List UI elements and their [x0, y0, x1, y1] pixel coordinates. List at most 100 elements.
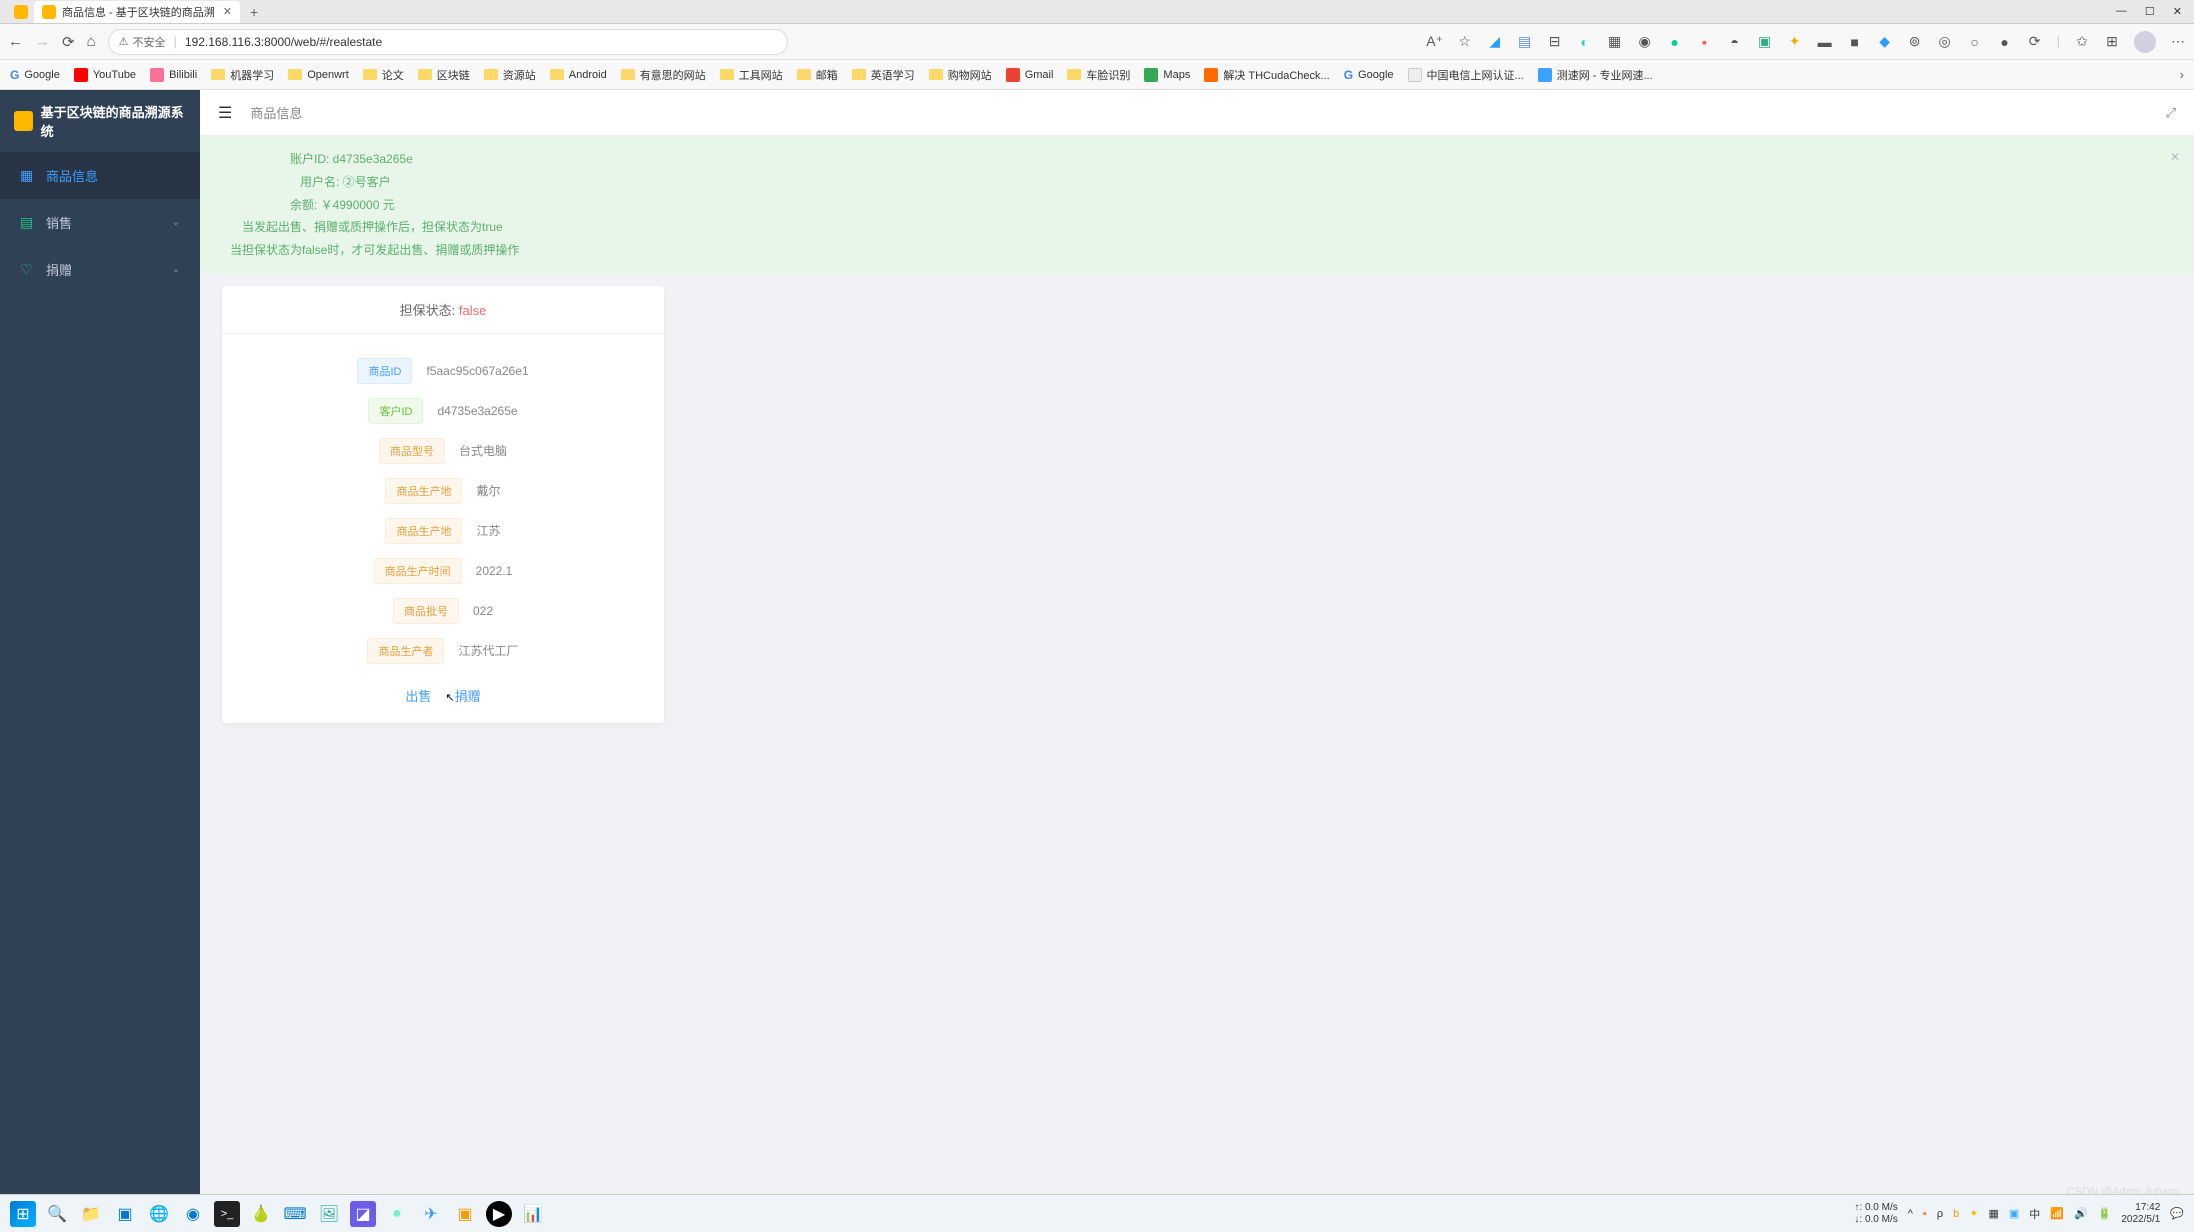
task-icon-6[interactable]: ✈ — [418, 1201, 444, 1227]
task-icon-5[interactable]: ● — [384, 1201, 410, 1227]
bookmark-folder[interactable]: 机器学习 — [211, 67, 274, 83]
bookmark-item[interactable]: 中国电信上网认证... — [1408, 67, 1524, 83]
collections-icon[interactable]: ⊞ — [2104, 34, 2120, 50]
vscode-icon[interactable]: ⌨ — [282, 1201, 308, 1227]
search-button[interactable]: 🔍 — [44, 1201, 70, 1227]
task-icon-9[interactable]: 📊 — [520, 1201, 546, 1227]
sidebar-item-product-info[interactable]: ▦ 商品信息 — [0, 152, 200, 199]
ext-icon-16[interactable]: ◎ — [1937, 34, 1953, 50]
sell-button[interactable]: 出售 — [405, 686, 431, 705]
task-icon-7[interactable]: ▣ — [452, 1201, 478, 1227]
donate-button[interactable]: ↖捐赠 — [445, 686, 480, 705]
bookmark-folder[interactable]: 工具网站 — [720, 67, 783, 83]
home-button[interactable]: ⌂ — [87, 33, 96, 50]
bookmark-folder[interactable]: 车脸识别 — [1067, 67, 1130, 83]
ext-icon-18[interactable]: ● — [1997, 34, 2013, 50]
minimize-button[interactable]: — — [2116, 5, 2127, 18]
bookmark-folder[interactable]: 购物网站 — [929, 67, 992, 83]
close-tab-icon[interactable]: ✕ — [223, 5, 232, 18]
ext-icon-10[interactable]: ▣ — [1757, 34, 1773, 50]
address-bar[interactable]: ⚠ 不安全 | 192.168.116.3:8000/web/#/realest… — [108, 29, 788, 55]
bookmark-item[interactable]: Maps — [1144, 68, 1190, 82]
bookmark-folder[interactable]: Android — [550, 69, 607, 81]
favorites-icon[interactable]: ✩ — [2074, 34, 2090, 50]
bookmark-item[interactable]: 解决 THCudaCheck... — [1204, 67, 1329, 83]
ext-icon-17[interactable]: ○ — [1967, 34, 1983, 50]
bookmark-folder[interactable]: 英语学习 — [852, 67, 915, 83]
tray-icon-3[interactable]: b — [1953, 1208, 1959, 1220]
battery-icon[interactable]: 🔋 — [2098, 1207, 2112, 1220]
app-logo: 基于区块链的商品溯源系统 — [0, 90, 200, 152]
bookmark-item[interactable]: Bilibili — [150, 68, 197, 82]
ext-icon-13[interactable]: ■ — [1847, 34, 1863, 50]
bookmark-item[interactable]: Gmail — [1006, 68, 1054, 82]
task-icon-3[interactable]: 🖼 — [316, 1201, 342, 1227]
task-icon-1[interactable]: ▣ — [112, 1201, 138, 1227]
insecure-label: 不安全 — [133, 34, 166, 50]
task-icon-4[interactable]: ◪ — [350, 1201, 376, 1227]
ext-icon-11[interactable]: ✦ — [1787, 34, 1803, 50]
ext-icon-5[interactable]: ▦ — [1607, 34, 1623, 50]
bookmark-item[interactable]: GGoogle — [10, 68, 60, 82]
tray-icon-2[interactable]: ρ — [1937, 1208, 1943, 1220]
tray-chevron-icon[interactable]: ^ — [1908, 1208, 1913, 1220]
sidebar-item-sales[interactable]: ▤ 销售 ⌄ — [0, 199, 200, 246]
terminal-icon[interactable]: >_ — [214, 1201, 240, 1227]
browser-tab[interactable]: 商品信息 - 基于区块链的商品溯 ✕ — [34, 1, 240, 23]
folder-icon — [720, 69, 734, 80]
tray-icon-6[interactable]: ▣ — [2009, 1207, 2019, 1220]
ext-icon-14[interactable]: ◆ — [1877, 34, 1893, 50]
tray-icon-1[interactable]: ▪ — [1923, 1208, 1927, 1220]
wifi-icon[interactable]: 📶 — [2050, 1207, 2064, 1220]
toggle-sidebar-button[interactable]: ☰ — [218, 103, 232, 123]
ext-icon-7[interactable]: ● — [1667, 34, 1683, 50]
start-button[interactable]: ⊞ — [10, 1201, 36, 1227]
clock[interactable]: 17:42 2022/5/1 — [2121, 1202, 2160, 1226]
explorer-icon[interactable]: 📁 — [78, 1201, 104, 1227]
tray-icon-5[interactable]: ▦ — [1988, 1207, 1998, 1220]
add-tab-button[interactable]: + — [250, 4, 258, 20]
forward-button[interactable]: → — [35, 33, 50, 50]
bookmark-folder[interactable]: 资源站 — [484, 67, 536, 83]
bookmark-folder[interactable]: 区块链 — [418, 67, 470, 83]
bookmark-folder[interactable]: Openwrt — [288, 69, 349, 81]
edge-icon[interactable]: ◉ — [180, 1201, 206, 1227]
ext-icon-12[interactable]: ▬ — [1817, 34, 1833, 50]
fullscreen-icon[interactable]: ⤢ — [2166, 105, 2176, 121]
bookmark-item[interactable]: 测速网 - 专业网速... — [1538, 67, 1653, 83]
sidebar-item-donate[interactable]: ♡ 捐赠 ⌄ — [0, 246, 200, 293]
bookmark-folder[interactable]: 邮箱 — [797, 67, 838, 83]
chrome-icon[interactable]: 🌐 — [146, 1201, 172, 1227]
refresh-button[interactable]: ⟳ — [62, 33, 75, 51]
volume-icon[interactable]: 🔊 — [2074, 1207, 2088, 1220]
maximize-button[interactable]: ☐ — [2145, 5, 2155, 18]
ext-icon-3[interactable]: ⊟ — [1547, 34, 1563, 50]
alert-close-button[interactable]: ✕ — [2170, 146, 2180, 169]
notification-icon[interactable]: 💬 — [2170, 1207, 2184, 1220]
ext-icon-9[interactable]: ◓ — [1727, 34, 1743, 50]
browser-urlbar: ← → ⟳ ⌂ ⚠ 不安全 | 192.168.116.3:8000/web/#… — [0, 24, 2194, 60]
ext-icon-6[interactable]: ◉ — [1637, 34, 1653, 50]
read-aloud-icon[interactable]: A⁺ — [1427, 34, 1443, 50]
task-icon-2[interactable]: 🍐 — [248, 1201, 274, 1227]
back-button[interactable]: ← — [8, 33, 23, 50]
ext-icon-19[interactable]: ⟳ — [2027, 34, 2043, 50]
favorite-icon[interactable]: ☆ — [1457, 34, 1473, 50]
ext-icon-4[interactable]: ◐ — [1577, 34, 1593, 50]
bookmark-folder[interactable]: 论文 — [363, 67, 404, 83]
ext-icon-15[interactable]: ⊚ — [1907, 34, 1923, 50]
tray-icon-4[interactable]: ✦ — [1969, 1207, 1978, 1220]
task-icon-8[interactable]: ▶ — [486, 1201, 512, 1227]
ext-icon-2[interactable]: ▤ — [1517, 34, 1533, 50]
bookmark-folder[interactable]: 有意思的网站 — [621, 67, 706, 83]
close-window-button[interactable]: ✕ — [2173, 5, 2182, 18]
menu-icon[interactable]: ⋯ — [2170, 34, 2186, 50]
ext-icon-1[interactable]: ◢ — [1487, 34, 1503, 50]
ime-indicator[interactable]: 中 — [2029, 1206, 2040, 1222]
security-indicator[interactable]: ⚠ 不安全 — [119, 34, 166, 50]
ext-icon-8[interactable]: ▪ — [1697, 34, 1713, 50]
profile-avatar[interactable] — [2134, 31, 2156, 53]
bookmarks-overflow[interactable]: › — [2180, 67, 2184, 82]
bookmark-item[interactable]: GGoogle — [1344, 68, 1394, 82]
bookmark-item[interactable]: YouTube — [74, 68, 136, 82]
